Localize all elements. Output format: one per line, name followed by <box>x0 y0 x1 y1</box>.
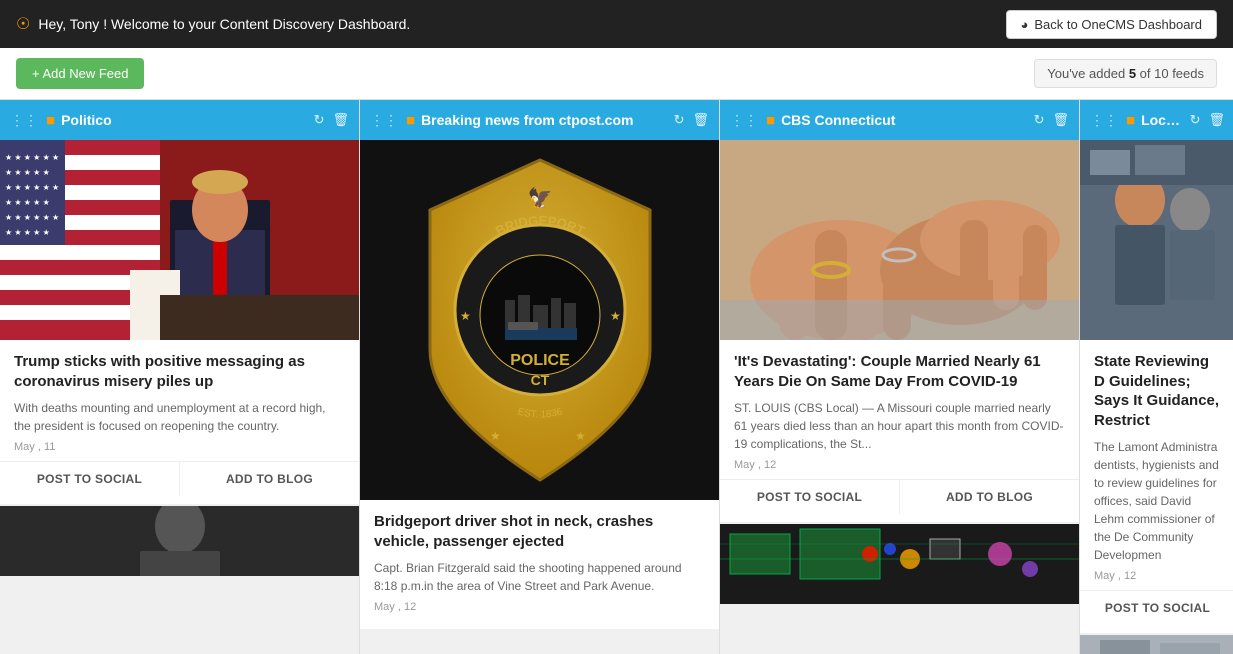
column-nbc: ⋮⋮ ■ Local – NBC Co ↻ 🗑 <box>1080 100 1233 654</box>
drag-handle-icon[interactable]: ⋮⋮ <box>10 112 38 129</box>
article-title-bridge: Bridgeport driver shot in neck, crashes … <box>374 512 705 551</box>
rss-icon-top: ☉ <box>16 14 30 34</box>
article-date: May , 11 <box>14 441 345 453</box>
feeds-counter: You've added 5 of 10 feeds <box>1034 59 1217 88</box>
article-card-badge: 🦅 BRIDGEPORT <box>360 140 719 629</box>
rss-icon: ■ <box>1126 112 1135 129</box>
rss-icon: ■ <box>406 112 415 129</box>
svg-text:🦅: 🦅 <box>527 186 552 210</box>
delete-icon[interactable]: 🗑 <box>1208 112 1225 128</box>
col-actions: ↻ 🗑 <box>674 112 709 128</box>
svg-text:★ ★ ★ ★ ★: ★ ★ ★ ★ ★ <box>5 228 50 237</box>
col-title-nbc: Local – NBC Co <box>1141 112 1184 128</box>
col-title-cbs: CBS Connecticut <box>781 112 1028 128</box>
post-to-social-button[interactable]: POST TO SOCIAL <box>720 480 900 514</box>
article-title: Trump sticks with positive messaging as … <box>14 352 345 391</box>
card-actions-state: POST TO SOCIAL <box>1080 590 1233 625</box>
refresh-icon[interactable]: ↻ <box>1034 112 1045 128</box>
refresh-icon[interactable]: ↻ <box>674 112 685 128</box>
col-actions: ↻ 🗑 <box>1034 112 1069 128</box>
svg-text:★ ★ ★ ★ ★ ★: ★ ★ ★ ★ ★ ★ <box>5 183 59 192</box>
article-image-badge: 🦅 BRIDGEPORT <box>360 140 719 500</box>
post-to-social-button[interactable]: POST TO SOCIAL <box>1080 591 1233 625</box>
add-to-blog-button[interactable]: ADD TO BLOG <box>900 480 1079 514</box>
article-excerpt-couple: ST. LOUIS (CBS Local) — A Missouri coupl… <box>734 399 1065 453</box>
back-to-dashboard-button[interactable]: ◕ Back to OneCMS Dashboard <box>1006 10 1218 39</box>
article-title-couple: 'It's Devastating': Couple Married Nearl… <box>734 352 1065 391</box>
article-card-couple: 'It's Devastating': Couple Married Nearl… <box>720 140 1079 522</box>
card-body-state: State Reviewing D Guidelines; Says It Gu… <box>1080 340 1233 633</box>
card-actions: POST TO SOCIAL ADD TO BLOG <box>0 461 359 496</box>
article-card-2 <box>0 506 359 576</box>
card-body: Trump sticks with positive messaging as … <box>0 340 359 504</box>
col-title-politico: Politico <box>61 112 308 128</box>
svg-text:CT: CT <box>530 372 549 388</box>
col-header-politico: ⋮⋮ ■ Politico ↻ 🗑 <box>0 100 359 140</box>
column-politico: ⋮⋮ ■ Politico ↻ 🗑 <box>0 100 360 654</box>
article-date-state: May , 12 <box>1094 570 1221 582</box>
refresh-icon[interactable]: ↻ <box>314 112 325 128</box>
article-image-electronics <box>720 524 1079 604</box>
dashboard-icon: ◕ <box>1021 17 1029 32</box>
svg-text:★: ★ <box>575 429 586 443</box>
article-image-state <box>1080 140 1233 340</box>
article-date-couple: May , 12 <box>734 459 1065 471</box>
article-excerpt: With deaths mounting and unemployment at… <box>14 399 345 435</box>
refresh-icon[interactable]: ↻ <box>1190 112 1201 128</box>
article-date-bridge: May , 12 <box>374 601 705 613</box>
article-card: ★ ★ ★ ★ ★ ★ ★ ★ ★ ★ ★ ★ ★ ★ ★ ★ ★ ★ ★ ★ … <box>0 140 359 504</box>
svg-text:★: ★ <box>490 429 501 443</box>
col-title-ctpost: Breaking news from ctpost.com <box>421 112 668 128</box>
svg-text:POLICE: POLICE <box>510 352 570 369</box>
article-card-nbc-2 <box>1080 635 1233 654</box>
sub-bar: + Add New Feed You've added 5 of 10 feed… <box>0 48 1233 100</box>
svg-text:★: ★ <box>460 309 471 323</box>
article-card-electronics <box>720 524 1079 604</box>
article-excerpt-state: The Lamont Administra dentists, hygienis… <box>1094 438 1221 564</box>
delete-icon[interactable]: 🗑 <box>332 112 349 128</box>
svg-text:★ ★ ★ ★ ★ ★: ★ ★ ★ ★ ★ ★ <box>5 153 59 162</box>
welcome-text: Hey, Tony ! Welcome to your Content Disc… <box>38 16 410 32</box>
drag-handle-icon[interactable]: ⋮⋮ <box>370 112 398 129</box>
col-actions: ↻ 🗑 <box>1190 112 1225 128</box>
post-to-social-button[interactable]: POST TO SOCIAL <box>0 462 180 496</box>
drag-handle-icon[interactable]: ⋮⋮ <box>1090 112 1118 129</box>
top-bar-left: ☉ Hey, Tony ! Welcome to your Content Di… <box>16 14 410 34</box>
add-to-blog-button[interactable]: ADD TO BLOG <box>180 462 359 496</box>
columns-container: ⋮⋮ ■ Politico ↻ 🗑 <box>0 100 1233 654</box>
article-image: ★ ★ ★ ★ ★ ★ ★ ★ ★ ★ ★ ★ ★ ★ ★ ★ ★ ★ ★ ★ … <box>0 140 359 340</box>
article-excerpt-bridge: Capt. Brian Fitzgerald said the shooting… <box>374 559 705 595</box>
svg-text:★ ★ ★ ★ ★ ★: ★ ★ ★ ★ ★ ★ <box>5 213 59 222</box>
card-body-bridge: Bridgeport driver shot in neck, crashes … <box>360 500 719 629</box>
top-bar: ☉ Hey, Tony ! Welcome to your Content Di… <box>0 0 1233 48</box>
column-cbs: ⋮⋮ ■ CBS Connecticut ↻ 🗑 <box>720 100 1080 654</box>
col-header-ctpost: ⋮⋮ ■ Breaking news from ctpost.com ↻ 🗑 <box>360 100 719 140</box>
col-actions: ↻ 🗑 <box>314 112 349 128</box>
drag-handle-icon[interactable]: ⋮⋮ <box>730 112 758 129</box>
add-feed-button[interactable]: + Add New Feed <box>16 58 144 89</box>
article-title-state: State Reviewing D Guidelines; Says It Gu… <box>1094 352 1221 430</box>
rss-icon: ■ <box>46 112 55 129</box>
col-header-nbc: ⋮⋮ ■ Local – NBC Co ↻ 🗑 <box>1080 100 1233 140</box>
rss-icon: ■ <box>766 112 775 129</box>
card-body-couple: 'It's Devastating': Couple Married Nearl… <box>720 340 1079 522</box>
delete-icon[interactable]: 🗑 <box>1052 112 1069 128</box>
svg-text:★ ★ ★ ★ ★: ★ ★ ★ ★ ★ <box>5 198 50 207</box>
column-ctpost: ⋮⋮ ■ Breaking news from ctpost.com ↻ 🗑 <box>360 100 720 654</box>
article-image-nbc-2 <box>1080 635 1233 654</box>
svg-text:★ ★ ★ ★ ★: ★ ★ ★ ★ ★ <box>5 168 50 177</box>
svg-text:★: ★ <box>610 309 621 323</box>
delete-icon[interactable]: 🗑 <box>692 112 709 128</box>
card-actions-couple: POST TO SOCIAL ADD TO BLOG <box>720 479 1079 514</box>
article-image-couple <box>720 140 1079 340</box>
article-card-state: State Reviewing D Guidelines; Says It Gu… <box>1080 140 1233 633</box>
col-header-cbs: ⋮⋮ ■ CBS Connecticut ↻ 🗑 <box>720 100 1079 140</box>
